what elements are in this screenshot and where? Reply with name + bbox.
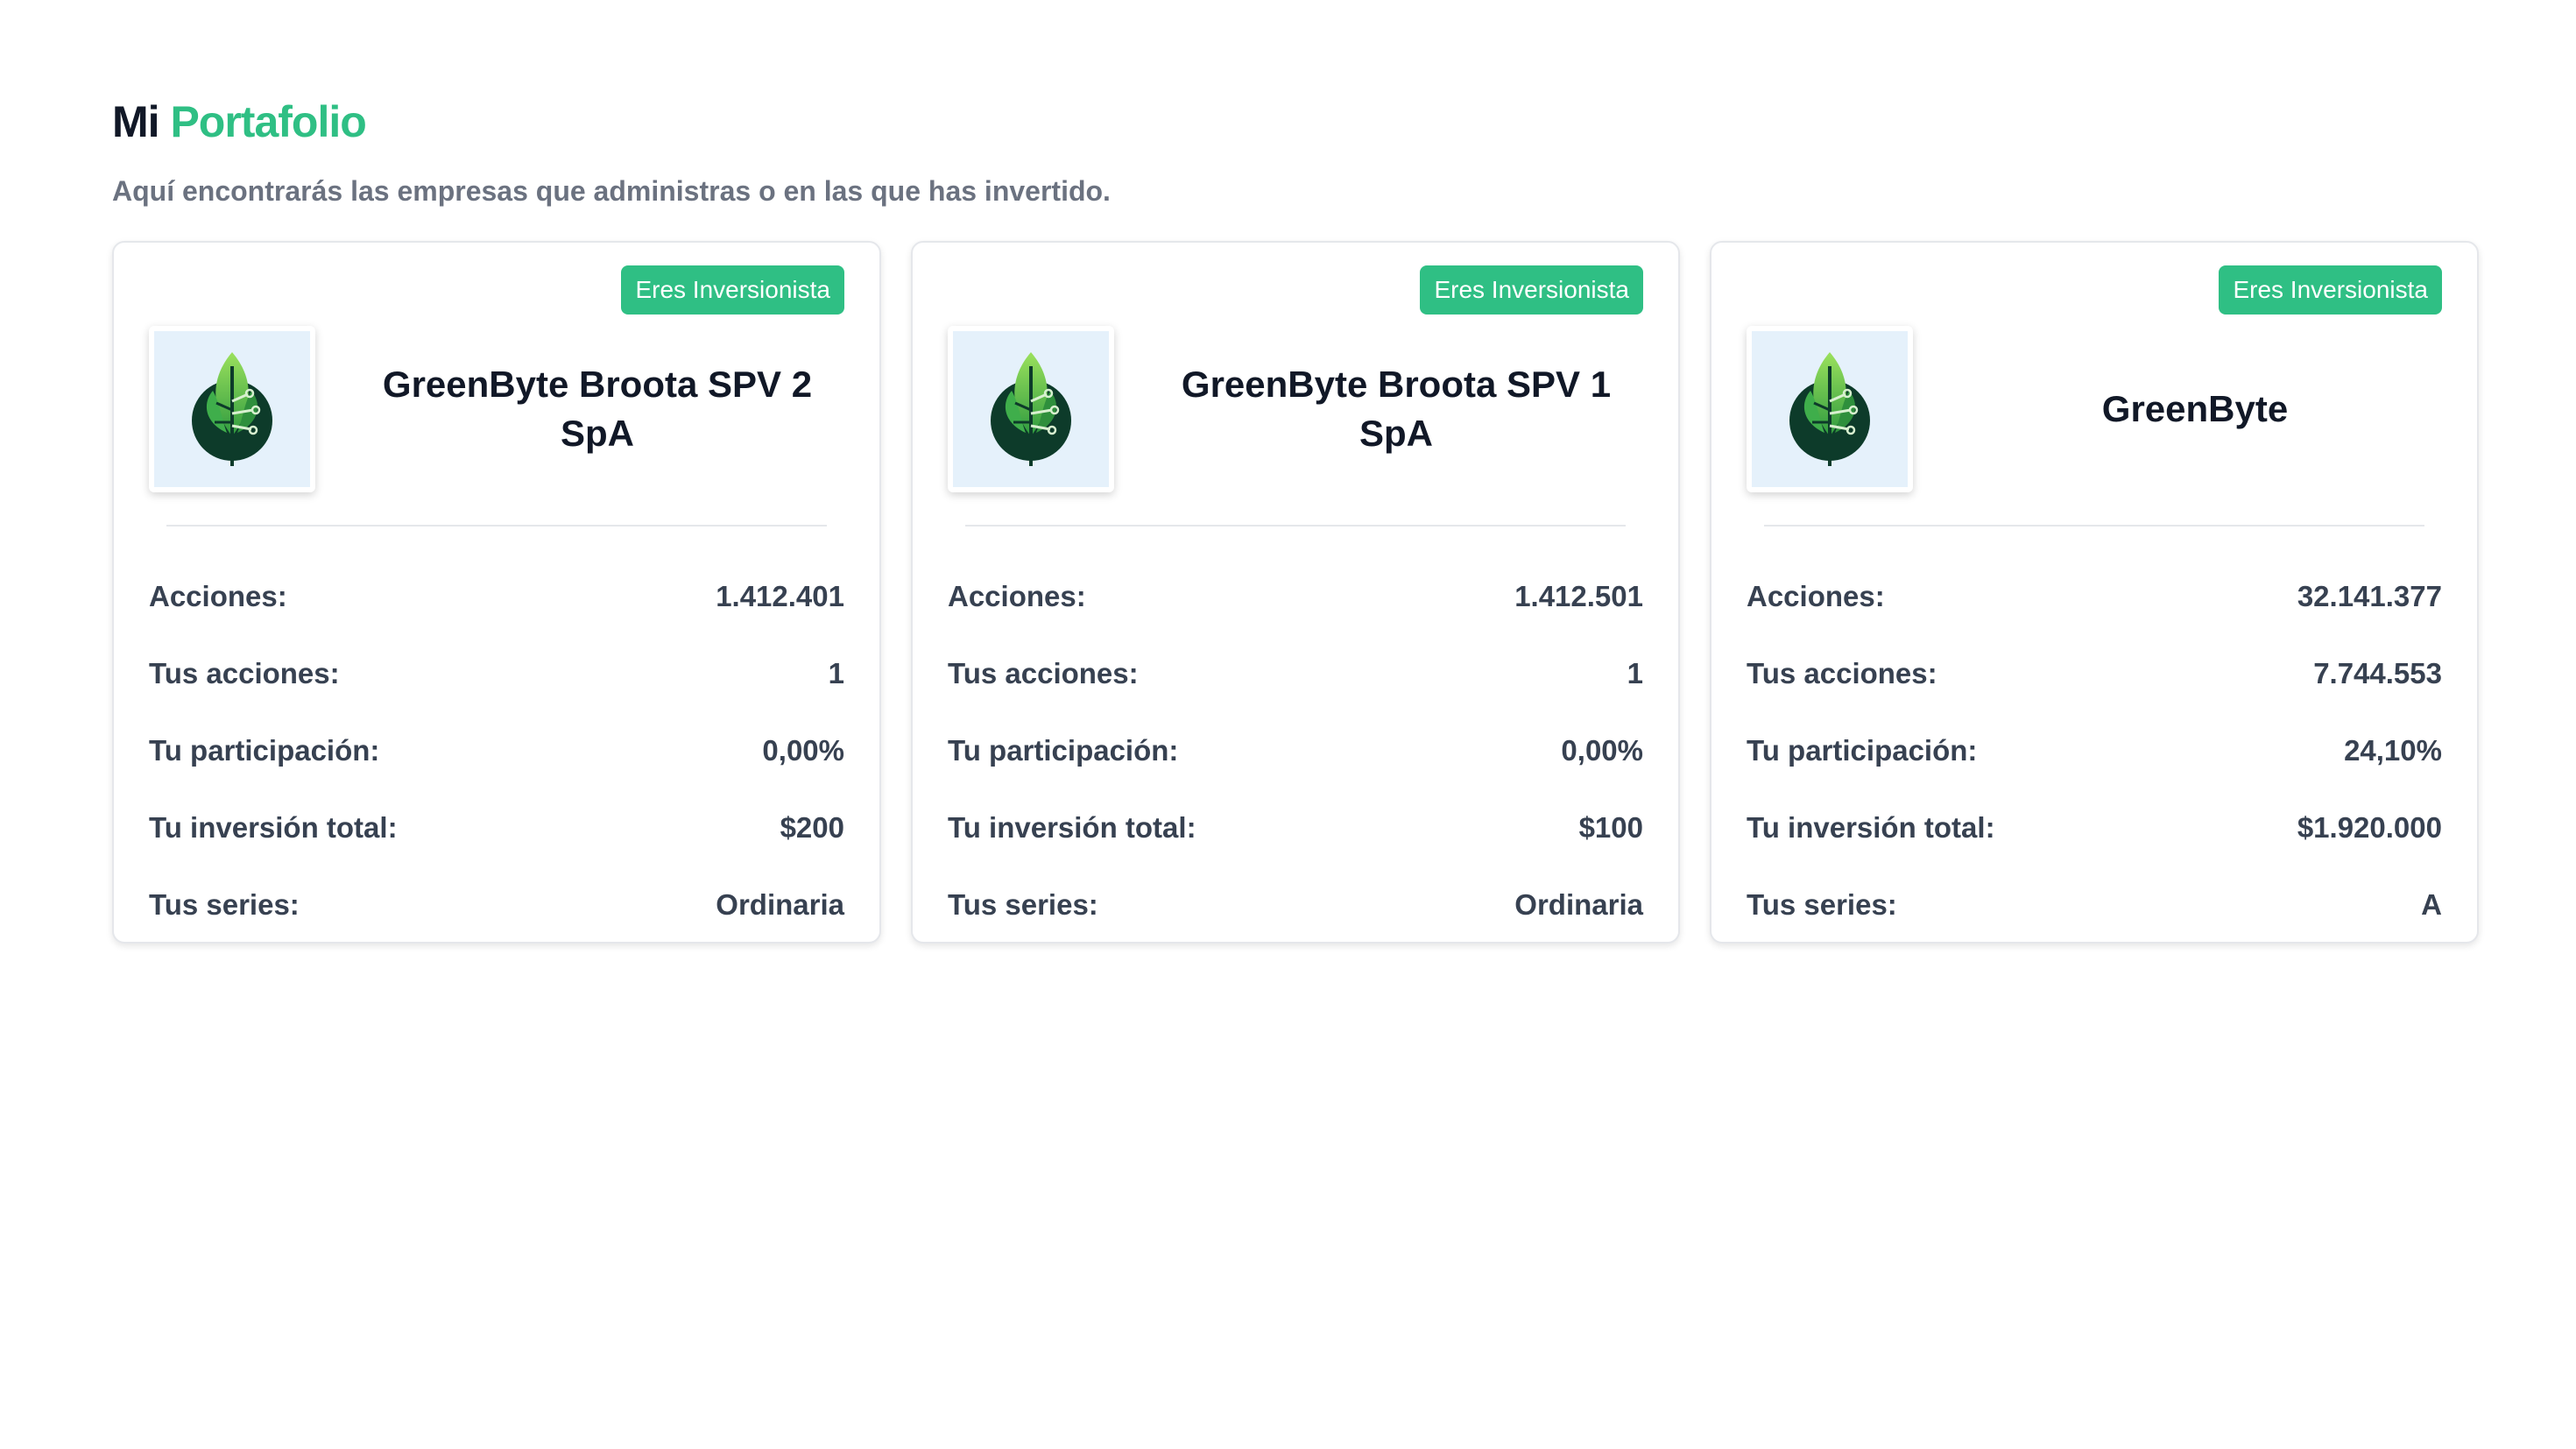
stat-value: 0,00% bbox=[762, 734, 844, 767]
company-stats: Acciones: 1.412.401 Tus acciones: 1 Tu par… bbox=[149, 558, 844, 944]
stat-row-participacion: Tu participación: 0,00% bbox=[149, 712, 844, 789]
company-logo bbox=[149, 326, 315, 492]
stat-label: Tu inversión total: bbox=[149, 811, 398, 844]
stat-row-series: Tus series: A bbox=[1747, 866, 2442, 944]
stat-row-inversion-total: Tu inversión total: $200 bbox=[149, 789, 844, 866]
stat-label: Tus series: bbox=[948, 888, 1098, 921]
company-stats: Acciones: 32.141.377 Tus acciones: 7.744.5… bbox=[1747, 558, 2442, 944]
stat-value: 7.744.553 bbox=[2313, 657, 2442, 689]
stat-value: Ordinaria bbox=[716, 888, 844, 921]
investor-badge: Eres Inversionista bbox=[1420, 265, 1643, 315]
card-divider bbox=[166, 525, 827, 527]
page-title: Mi Portafolio bbox=[112, 91, 1111, 152]
stat-row-inversion-total: Tu inversión total: $100 bbox=[948, 789, 1643, 866]
investor-badge: Eres Inversionista bbox=[621, 265, 844, 315]
stat-label: Tus acciones: bbox=[948, 657, 1139, 689]
stat-label: Tu inversión total: bbox=[948, 811, 1196, 844]
company-name: GreenByte Broota SPV 2 SpA bbox=[382, 364, 813, 454]
stat-label: Tus series: bbox=[1747, 888, 1897, 921]
stat-row-series: Tus series: Ordinaria bbox=[948, 866, 1643, 944]
leaf-circuit-icon bbox=[991, 352, 1071, 466]
portfolio-page: Mi Portafolio Aquí encontrarás las empre… bbox=[0, 0, 2576, 1449]
stat-value: 24,10% bbox=[2344, 734, 2442, 767]
stat-row-tus-acciones: Tus acciones: 1 bbox=[948, 635, 1643, 712]
stat-label: Tus acciones: bbox=[1747, 657, 1937, 689]
stat-value: 1 bbox=[828, 657, 844, 689]
stat-row-acciones: Acciones: 1.412.401 bbox=[149, 558, 844, 635]
page-subtitle: Aquí encontrarás las empresas que admini… bbox=[112, 175, 1111, 207]
company-card[interactable]: Eres Inversionista bbox=[911, 241, 1680, 944]
stat-label: Acciones: bbox=[149, 580, 287, 612]
stat-label: Acciones: bbox=[1747, 580, 1885, 612]
stat-label: Tu participación: bbox=[1747, 734, 1978, 767]
company-cards: Eres Inversionista GreenByte Broota SPV … bbox=[112, 241, 2479, 944]
stat-label: Tu inversión total: bbox=[1747, 811, 1995, 844]
stat-value: 1.412.401 bbox=[716, 580, 844, 612]
investor-badge: Eres Inversionista bbox=[2219, 265, 2442, 315]
company-card[interactable]: Eres Inversionista bbox=[1710, 241, 2479, 944]
stat-value: A bbox=[2421, 888, 2442, 921]
stat-value: $200 bbox=[780, 811, 844, 844]
stat-value: $100 bbox=[1578, 811, 1643, 844]
company-card[interactable]: Eres Inversionista bbox=[112, 241, 881, 944]
stat-value: 1.412.501 bbox=[1514, 580, 1643, 612]
page-header: Mi Portafolio Aquí encontrarás las empre… bbox=[112, 91, 1111, 210]
stat-value: 32.141.377 bbox=[2297, 580, 2442, 612]
stat-value: 1 bbox=[1627, 657, 1643, 689]
stat-row-inversion-total: Tu inversión total: $1.920.000 bbox=[1747, 789, 2442, 866]
stat-row-participacion: Tu participación: 0,00% bbox=[948, 712, 1643, 789]
company-logo bbox=[948, 326, 1114, 492]
company-stats: Acciones: 1.412.501 Tus acciones: 1 Tu par… bbox=[948, 558, 1643, 944]
stat-row-tus-acciones: Tus acciones: 7.744.553 bbox=[1747, 635, 2442, 712]
page-title-accent: Portafolio bbox=[170, 97, 366, 146]
company-logo bbox=[1747, 326, 1913, 492]
stat-label: Tu participación: bbox=[948, 734, 1179, 767]
company-name: GreenByte Broota SPV 1 SpA bbox=[1181, 364, 1612, 454]
stat-label: Tus series: bbox=[149, 888, 300, 921]
stat-row-participacion: Tu participación: 24,10% bbox=[1747, 712, 2442, 789]
leaf-circuit-icon bbox=[192, 352, 272, 466]
page-title-main: Mi bbox=[112, 97, 160, 146]
company-name: GreenByte bbox=[2101, 388, 2289, 429]
stat-row-acciones: Acciones: 1.412.501 bbox=[948, 558, 1643, 635]
stat-value: $1.920.000 bbox=[2297, 811, 2442, 844]
stat-row-acciones: Acciones: 32.141.377 bbox=[1747, 558, 2442, 635]
card-divider bbox=[965, 525, 1626, 527]
leaf-circuit-icon bbox=[1789, 352, 1870, 466]
stat-label: Acciones: bbox=[948, 580, 1086, 612]
stat-value: 0,00% bbox=[1561, 734, 1643, 767]
stat-label: Tu participación: bbox=[149, 734, 380, 767]
card-divider bbox=[1764, 525, 2424, 527]
stat-row-series: Tus series: Ordinaria bbox=[149, 866, 844, 944]
stat-value: Ordinaria bbox=[1514, 888, 1643, 921]
stat-row-tus-acciones: Tus acciones: 1 bbox=[149, 635, 844, 712]
stat-label: Tus acciones: bbox=[149, 657, 340, 689]
